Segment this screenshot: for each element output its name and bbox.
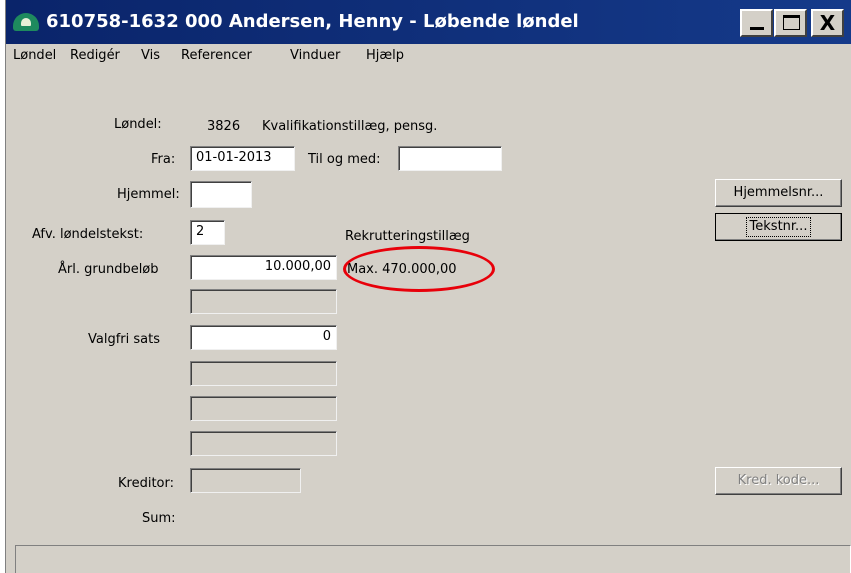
til-og-med-field[interactable]: [398, 146, 502, 171]
menu-rediger[interactable]: Redigér: [70, 48, 120, 63]
disabled-field-3: [190, 396, 337, 421]
afv-loendelstekst-text: Rekrutteringstillæg: [345, 229, 470, 244]
title-bar[interactable]: 610758-1632 000 Andersen, Henny - Løbend…: [6, 0, 851, 44]
menu-referencer[interactable]: Referencer: [181, 48, 252, 63]
disabled-field-1: [190, 289, 337, 314]
disabled-field-2: [190, 361, 337, 386]
menu-hjaelp[interactable]: Hjælp: [366, 48, 404, 63]
valgfri-sats-label: Valgfri sats: [88, 332, 160, 347]
afv-loendelstekst-field[interactable]: 2: [190, 220, 225, 245]
valgfri-sats-field[interactable]: 0: [190, 325, 337, 350]
app-logo-icon[interactable]: [13, 13, 39, 31]
grundbeloeb-label: Årl. grundbeløb: [58, 262, 159, 277]
kred-kode-button: Kred. kode...: [715, 467, 842, 495]
loendel-name: Kvalifikationstillæg, pensg.: [262, 119, 438, 134]
afv-loendelstekst-label: Afv. løndelstekst:: [32, 227, 144, 242]
menu-vinduer[interactable]: Vinduer: [290, 48, 340, 63]
til-og-med-label: Til og med:: [308, 152, 381, 167]
minimize-icon: [750, 27, 764, 30]
disabled-field-4: [190, 431, 337, 456]
tekstnr-button-label: Tekstnr...: [745, 217, 812, 237]
minimize-button[interactable]: [740, 9, 773, 37]
grundbeloeb-field[interactable]: 10.000,00: [190, 255, 337, 280]
sum-label: Sum:: [142, 511, 176, 526]
kreditor-label: Kreditor:: [118, 476, 174, 491]
maximize-button[interactable]: [774, 9, 807, 37]
highlight-ellipse: [343, 246, 495, 292]
hjemmelsnr-button[interactable]: Hjemmelsnr...: [715, 179, 842, 207]
hjemmel-field[interactable]: [190, 181, 252, 208]
menu-loendel[interactable]: Løndel: [13, 48, 56, 63]
menu-bar: Løndel Redigér Vis Referencer Vinduer Hj…: [6, 44, 851, 68]
loendel-code: 3826: [207, 119, 241, 134]
status-bar: [15, 545, 851, 573]
close-button[interactable]: X: [811, 9, 844, 37]
loendel-label: Løndel:: [114, 117, 162, 132]
window-title: 610758-1632 000 Andersen, Henny - Løbend…: [46, 11, 579, 32]
fra-label: Fra:: [151, 152, 176, 167]
close-icon: X: [819, 11, 836, 35]
tekstnr-button[interactable]: Tekstnr...: [715, 213, 842, 241]
hjemmel-label: Hjemmel:: [117, 187, 180, 202]
maximize-icon: [783, 15, 800, 30]
app-window: 610758-1632 000 Andersen, Henny - Løbend…: [5, 0, 851, 573]
fra-date-field[interactable]: 01-01-2013: [190, 146, 295, 171]
kreditor-field: [190, 468, 301, 493]
menu-vis[interactable]: Vis: [141, 48, 160, 63]
